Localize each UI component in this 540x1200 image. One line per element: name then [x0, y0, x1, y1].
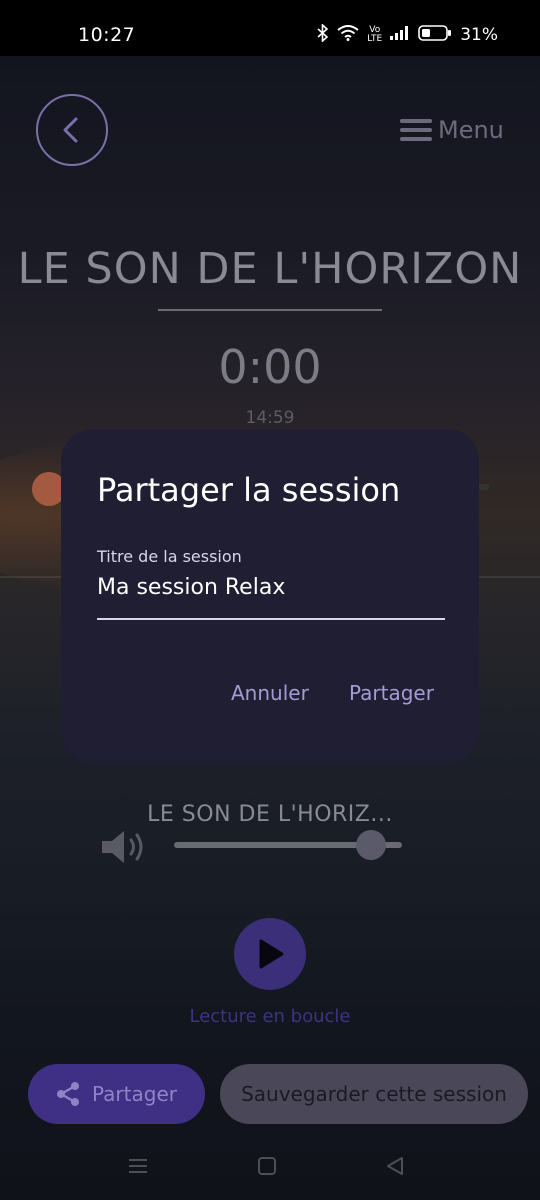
wifi-icon [337, 24, 359, 46]
bluetooth-icon [317, 22, 329, 47]
volume-slider-knob[interactable] [356, 830, 386, 860]
battery-icon [418, 24, 452, 46]
battery-percent: 31% [460, 25, 498, 45]
nav-recents-icon[interactable] [128, 1156, 148, 1180]
back-button[interactable] [36, 94, 108, 166]
title-divider [158, 309, 382, 311]
player-screen: Menu LE SON DE L'HORIZON 0:00 14:59 LE S… [0, 56, 540, 1200]
session-title-label: Titre de la session [97, 547, 242, 566]
confirm-share-button[interactable]: Partager [349, 681, 434, 705]
nav-home-icon[interactable] [257, 1156, 277, 1180]
total-duration: 14:59 [245, 408, 295, 428]
volte-bottom: LTE [367, 34, 383, 44]
share-icon [57, 1082, 80, 1106]
save-session-label: Sauvegarder cette session [241, 1082, 507, 1106]
save-session-button[interactable]: Sauvegarder cette session [220, 1064, 528, 1124]
status-time: 10:27 [78, 24, 136, 46]
track-name: LE SON DE L'HORIZ... [147, 802, 393, 827]
share-button-label: Partager [92, 1082, 177, 1106]
cancel-button[interactable]: Annuler [231, 681, 309, 705]
system-nav-bar [0, 1136, 540, 1200]
session-title-input[interactable] [97, 575, 443, 600]
speaker-icon[interactable] [100, 826, 150, 868]
loop-playback-label[interactable]: Lecture en boucle [0, 1006, 540, 1027]
dialog-title: Partager la session [97, 471, 401, 509]
menu-label: Menu [438, 116, 504, 144]
status-bar: 10:27 Vo LTE 31% [0, 0, 540, 56]
nav-back-icon[interactable] [385, 1156, 405, 1180]
signal-icon [390, 25, 410, 45]
progress-end-marker [479, 484, 489, 490]
input-underline [97, 618, 445, 620]
menu-icon [400, 119, 432, 141]
back-arrow-icon [63, 117, 78, 143]
play-icon [259, 939, 284, 969]
session-title: LE SON DE L'HORIZON [17, 244, 523, 294]
elapsed-time: 0:00 [218, 340, 322, 394]
volte-icon: Vo LTE [367, 26, 382, 44]
status-icons: Vo LTE 31% [317, 22, 498, 47]
menu-button[interactable]: Menu [400, 116, 504, 144]
play-button[interactable] [234, 918, 306, 990]
share-button[interactable]: Partager [28, 1064, 205, 1124]
share-session-dialog: Partager la session Titre de la session … [61, 429, 479, 763]
